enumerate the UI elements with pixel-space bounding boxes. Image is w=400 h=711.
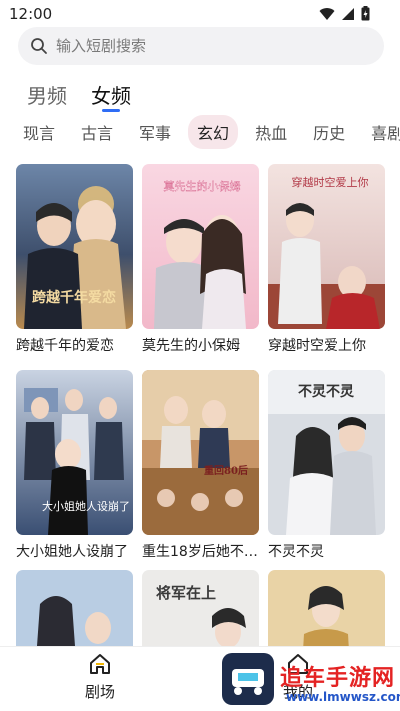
drama-poster[interactable]: 穿越时空爱上你 [268,164,385,329]
tab-label: 男频 [27,84,67,108]
status-icons [319,6,370,21]
tab-female-channel[interactable]: 女频 [91,80,131,112]
drama-card[interactable]: 重回80后 重生18岁后她不… [142,370,259,561]
poster-title-text: 重回80后 [204,464,248,477]
tab-label: 女频 [91,84,131,108]
drama-title: 跨越千年的爱恋 [16,338,114,354]
poster-title-text: 穿越时空爱上你 [292,175,369,189]
channel-tabs: 男频 女频 [27,80,131,112]
poster-title-text: 莫先生的小保姆 [164,179,241,193]
status-time: 12:00 [9,5,53,23]
active-tab-indicator [102,109,120,112]
drama-title: 莫先生的小保姆 [142,338,240,354]
status-bar: 12:00 [0,0,400,28]
poster-title-text: 跨越千年爱恋 [32,289,116,306]
nav-label: 剧场 [84,683,115,701]
poster-title-text: 将军在上 [156,584,216,602]
poster-title-text: 大小姐她人设崩了 [42,499,130,513]
watermark-url: www.lmwwsz.com [286,690,400,704]
search-input[interactable] [56,37,356,55]
genre-tab-guyan[interactable]: 古言 [72,115,122,149]
genre-tab-lishi[interactable]: 历史 [304,115,354,149]
drama-card[interactable]: 大小姐她人设崩了 大小姐她人设崩了 [16,370,133,561]
drama-title: 穿越时空爱上你 [268,338,366,354]
drama-card[interactable]: 穿越时空爱上你 穿越时空爱上你 [268,164,385,355]
drama-card[interactable]: 莫先生的小保姆 莫先生的小保姆 [142,164,259,355]
battery-icon [361,6,370,21]
drama-poster[interactable]: 大小姐她人设崩了 [16,370,133,535]
drama-title: 大小姐她人设崩了 [16,544,128,560]
poster-title-text: 不灵不灵 [298,384,355,400]
drama-title: 重生18岁后她不… [142,544,258,560]
watermark-logo-icon [222,653,274,705]
genre-tabs: 现言 古言 军事 玄幻 热血 历史 喜剧 [0,115,400,149]
search-bar[interactable] [18,27,384,65]
drama-card[interactable]: 跨越千年爱恋 跨越千年的爱恋 [16,164,133,355]
genre-tab-xianyan[interactable]: 现言 [14,115,64,149]
genre-tab-junshi[interactable]: 军事 [130,115,180,149]
drama-card[interactable]: 不灵不灵 不灵不灵 [268,370,385,561]
drama-poster[interactable]: 重回80后 [142,370,259,535]
drama-poster[interactable]: 跨越千年爱恋 [16,164,133,329]
drama-poster[interactable]: 不灵不灵 [268,370,385,535]
search-icon [31,38,47,54]
wifi-icon [319,7,335,20]
genre-tab-xiju[interactable]: 喜剧 [362,115,400,149]
watermark-title: 追车手游网 [280,666,396,691]
home-icon [90,654,110,674]
signal-icon [342,7,354,20]
watermark: 追车手游网 www.lmwwsz.com [222,650,400,711]
genre-tab-xuanhuan[interactable]: 玄幻 [188,115,239,149]
nav-theater[interactable]: 剧场 [60,653,140,702]
drama-poster[interactable]: 莫先生的小保姆 [142,164,259,329]
genre-tab-rexue[interactable]: 热血 [246,115,296,149]
tab-male-channel[interactable]: 男频 [27,80,67,109]
drama-title: 不灵不灵 [268,544,324,560]
